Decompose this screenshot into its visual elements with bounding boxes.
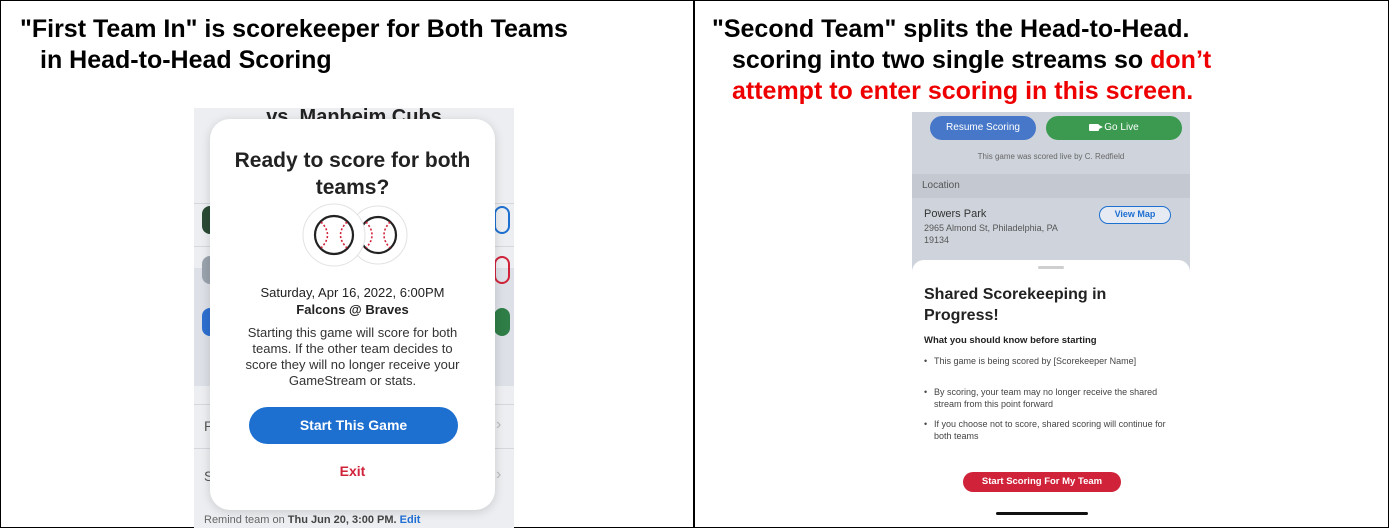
- right-title-line-3: attempt to enter scoring in this screen.: [732, 77, 1194, 105]
- left-title-line-1: "First Team In" is scorekeeper for Both …: [20, 15, 568, 43]
- park-address: 2965 Almond St, Philadelphia, PA 19134: [924, 223, 1058, 245]
- park-name: Powers Park: [924, 208, 987, 220]
- baseballs-icon: [302, 203, 408, 267]
- remind-prefix: Remind team on: [204, 514, 285, 526]
- info-bullet: If you choose not to score, shared scori…: [924, 418, 1174, 442]
- modal-description: Starting this game will score for both t…: [245, 325, 460, 388]
- exit-button[interactable]: Exit: [210, 463, 495, 479]
- scored-by-text: This game was scored live by C. Redfield: [977, 152, 1125, 161]
- home-indicator: [996, 512, 1088, 515]
- background-action-button: [494, 206, 510, 234]
- modal-title: Ready to score for both teams?: [234, 149, 471, 199]
- game-date: Saturday, Apr 16, 2022, 6:00PM: [260, 285, 445, 300]
- edit-link[interactable]: Edit: [400, 514, 421, 526]
- chevron-right-icon: ›: [496, 466, 502, 483]
- right-title-line-2-text: scoring into two single streams so: [732, 46, 1151, 74]
- phone-screenshot-second-team: Resume Scoring Go Live This game was sco…: [912, 112, 1190, 524]
- view-map-button[interactable]: View Map: [1099, 206, 1171, 224]
- column-divider: [693, 0, 695, 528]
- background-action-button: [494, 308, 510, 336]
- remind-date: Thu Jun 20, 3:00 PM.: [287, 514, 397, 526]
- chevron-right-icon: ›: [496, 416, 502, 433]
- right-column-title: "Second Team" splits the Head-to-Head. s…: [712, 14, 1372, 107]
- location-header: Location: [912, 174, 1190, 198]
- resume-scoring-button[interactable]: Resume Scoring: [930, 116, 1036, 140]
- video-camera-icon: [1089, 123, 1104, 131]
- info-bullet: This game is being scored by [Scorekeepe…: [924, 355, 1174, 367]
- game-matchup: Falcons @ Braves: [296, 302, 409, 317]
- background-action-button: [494, 256, 510, 284]
- left-column-title: "First Team In" is scorekeeper for Both …: [20, 14, 680, 76]
- start-scoring-for-my-team-button[interactable]: Start Scoring For My Team: [963, 472, 1121, 492]
- right-title-red-word: don’t: [1150, 46, 1212, 74]
- go-live-label: Go Live: [1104, 122, 1139, 133]
- left-title-line-2: in Head-to-Head Scoring: [40, 46, 332, 74]
- remind-team-text: Remind team on Thu Jun 20, 3:00 PM. Edit: [204, 514, 420, 526]
- info-bullet: By scoring, your team may no longer rece…: [924, 386, 1174, 410]
- sheet-grabber[interactable]: [1038, 266, 1064, 269]
- go-live-button[interactable]: Go Live: [1046, 116, 1182, 140]
- start-this-game-button[interactable]: Start This Game: [249, 407, 458, 444]
- right-title-line-2: scoring into two single streams so don’t: [712, 45, 1372, 76]
- score-both-teams-modal: Ready to score for both teams? Saturday,…: [210, 119, 495, 510]
- right-title-line-1: "Second Team" splits the Head-to-Head.: [712, 15, 1190, 43]
- sheet-title: Shared Scorekeeping in Progress!: [924, 286, 1107, 324]
- sheet-subtitle: What you should know before starting: [924, 335, 1097, 346]
- shared-scorekeeping-sheet: Shared Scorekeeping in Progress! What yo…: [912, 260, 1190, 524]
